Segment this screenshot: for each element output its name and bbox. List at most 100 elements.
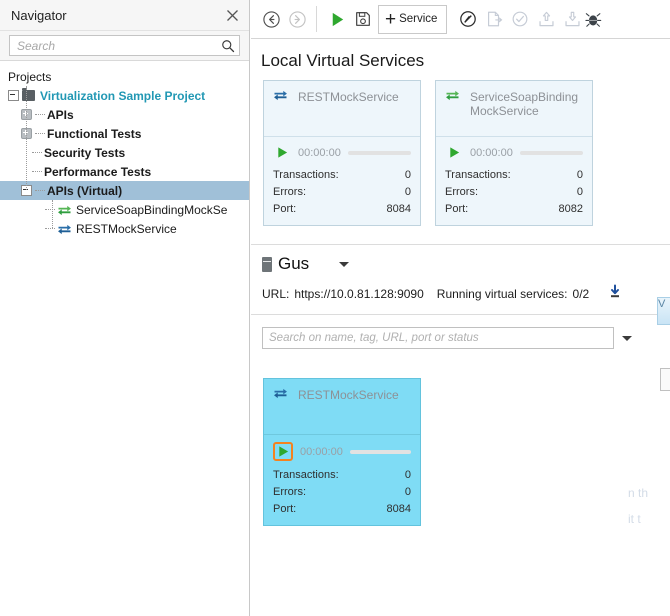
add-service-button[interactable]: + Service	[378, 4, 448, 34]
service-stat-port: Port: 8082	[445, 201, 583, 218]
run-button[interactable]	[324, 4, 350, 34]
service-card-header: RESTMockService	[264, 81, 420, 137]
service-progress-bar	[349, 449, 411, 454]
service-card-header: ServiceSoapBinding MockService	[436, 81, 592, 137]
service-stat-label: Errors:	[273, 486, 306, 498]
upload-button[interactable]	[533, 4, 559, 34]
service-play-button[interactable]	[273, 144, 291, 161]
service-play-button[interactable]	[445, 144, 463, 161]
filter-bar	[251, 314, 670, 361]
save-button[interactable]	[350, 4, 376, 34]
service-stat-port: Port: 8084	[273, 501, 411, 518]
tree-item-label: ServiceSoapBindingMockSe	[76, 202, 228, 217]
service-stat-value: 8084	[386, 203, 411, 215]
filter-input[interactable]	[262, 327, 614, 349]
local-services-title: Local Virtual Services	[261, 51, 425, 70]
tree-item-label: RESTMockService	[76, 221, 177, 236]
tree-item-label: Functional Tests	[47, 126, 142, 141]
service-card-body: 00:00:00 Transactions: 0 Errors: 0 Port: 8082	[436, 137, 592, 225]
play-icon	[277, 147, 287, 158]
tree-item-security-tests[interactable]: Security Tests	[0, 143, 249, 162]
tree-item-label: Performance Tests	[44, 164, 152, 179]
virtual-service-blue-icon	[274, 90, 287, 101]
pencil-circle-button[interactable]	[455, 4, 481, 34]
service-card-header: RESTMockService	[264, 379, 420, 435]
service-stat-errors: Errors: 0	[273, 484, 411, 501]
service-run-row: 00:00:00	[273, 442, 411, 467]
tree-root-label: Projects	[8, 69, 52, 84]
tree-connector	[35, 113, 45, 116]
play-icon	[278, 446, 288, 457]
service-stat-label: Transactions:	[445, 169, 511, 181]
tree-item-servicesoapbindingmockse[interactable]: ServiceSoapBindingMockSe	[0, 200, 249, 219]
service-stat-value: 0	[576, 186, 583, 198]
tree-connector	[32, 170, 42, 173]
tree-item-label: Virtualization Sample Project	[40, 88, 206, 103]
toolbar: + Service	[251, 0, 670, 39]
forward-button[interactable]	[284, 4, 310, 34]
chevron-down-icon[interactable]	[339, 261, 350, 267]
service-stat-value: 0	[576, 169, 583, 181]
server-icon	[262, 256, 272, 272]
plus-icon: +	[385, 8, 397, 30]
search-input[interactable]	[17, 38, 221, 53]
tree-items: Virtualization Sample Project APIs Functio…	[0, 86, 249, 238]
service-stat-transactions: Transactions: 0	[273, 467, 411, 484]
service-run-row: 00:00:00	[273, 144, 411, 167]
running-services-label: Running virtual services:	[436, 286, 568, 301]
tree-item-functional-tests[interactable]: Functional Tests	[0, 124, 249, 143]
tree-item-label: Security Tests	[44, 145, 126, 160]
agent-name: Gus	[278, 254, 310, 273]
service-stat-value: 8084	[386, 503, 411, 515]
service-stat-value: 8082	[558, 203, 583, 215]
validate-button[interactable]	[507, 4, 533, 34]
bug-button[interactable]	[585, 4, 603, 34]
tree-connector	[32, 151, 42, 154]
service-timer: 00:00:00	[300, 445, 343, 458]
agent-section: Gus URL: https://10.0.81.128:9090 Runnin…	[251, 244, 670, 314]
service-stat-transactions: Transactions: 0	[445, 167, 583, 184]
agent-info-row: URL: https://10.0.81.128:9090 Running vi…	[251, 274, 670, 314]
running-services-value: 0/2	[572, 286, 590, 301]
virtual-service-blue-icon	[274, 388, 287, 399]
navigator-titlebar: Navigator	[0, 0, 249, 31]
service-play-button[interactable]	[273, 442, 293, 461]
service-card-name: ServiceSoapBinding MockService	[470, 90, 579, 118]
tree-item-virtualization-sample-project[interactable]: Virtualization Sample Project	[0, 86, 249, 105]
tree-item-label: APIs (Virtual)	[47, 183, 123, 198]
service-card-name: RESTMockService	[298, 388, 399, 402]
service-stat-label: Errors:	[445, 186, 478, 198]
service-stat-label: Port:	[273, 503, 297, 515]
filter-chevron-down-icon[interactable]	[622, 335, 632, 341]
service-stat-label: Port:	[273, 203, 297, 215]
service-card[interactable]: RESTMockService 00:00:00 Transactions: 0 Err…	[263, 80, 421, 226]
tree-connector	[45, 208, 55, 211]
navigator-title: Navigator	[11, 7, 67, 23]
tree-item-restmockservice[interactable]: RESTMockService	[0, 219, 249, 238]
virtual-service-green-icon	[58, 205, 71, 215]
close-icon[interactable]	[223, 6, 241, 24]
toolbar-separator	[316, 6, 317, 32]
service-stat-value: 0	[404, 486, 411, 498]
export-report-button[interactable]	[481, 4, 507, 34]
download-button[interactable]	[559, 4, 585, 34]
service-card[interactable]: ServiceSoapBinding MockService 00:00:00 Tr…	[435, 80, 593, 226]
filter-side-button[interactable]	[660, 368, 670, 391]
tree-item-performance-tests[interactable]: Performance Tests	[0, 162, 249, 181]
tree-item-apis-virtual[interactable]: APIs (Virtual)	[0, 181, 249, 200]
play-icon	[449, 147, 459, 158]
tree-root-projects[interactable]: Projects	[0, 67, 249, 86]
agent-side-button[interactable]: V	[657, 297, 670, 325]
service-stat-port: Port: 8084	[273, 201, 411, 218]
service-card[interactable]: RESTMockService 00:00:00 Transactions: 0 Err…	[263, 378, 421, 526]
search-box[interactable]	[9, 35, 240, 56]
agent-header[interactable]: Gus	[251, 254, 670, 274]
download-icon[interactable]	[607, 284, 623, 303]
service-run-row: 00:00:00	[445, 144, 583, 167]
tree-item-apis[interactable]: APIs	[0, 105, 249, 124]
service-timer: 00:00:00	[470, 146, 513, 159]
navigator-panel: Navigator Projects Virtualization Sample…	[0, 0, 250, 616]
tree-collapse-toggle[interactable]	[8, 90, 19, 101]
back-button[interactable]	[258, 4, 284, 34]
remote-services-cards: RESTMockService 00:00:00 Transactions: 0 Err…	[251, 361, 670, 526]
